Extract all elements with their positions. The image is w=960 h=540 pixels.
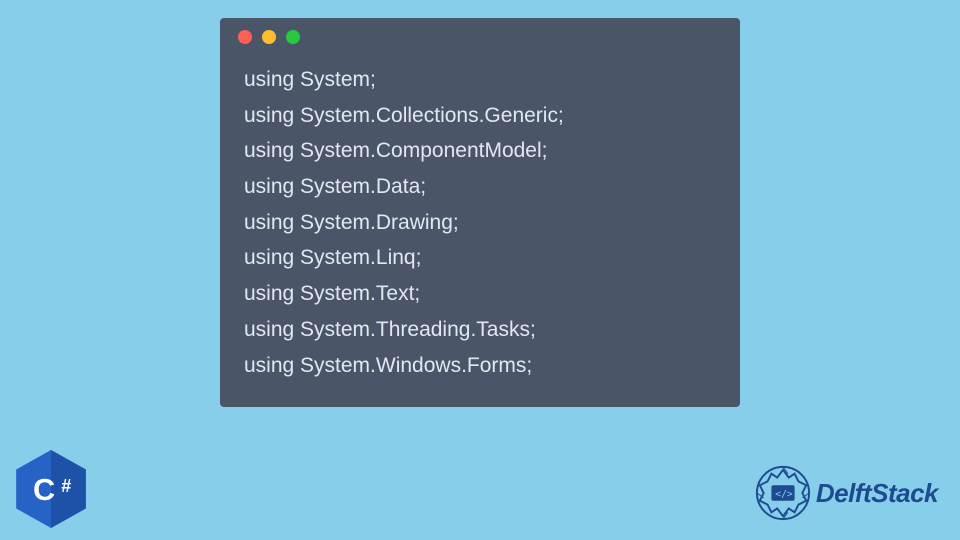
brand-name: DelftStack [816,478,938,509]
maximize-dot [286,30,300,44]
code-line: using System.Data; [244,169,716,205]
close-dot [238,30,252,44]
code-line: using System.Windows.Forms; [244,348,716,384]
code-line: using System; [244,62,716,98]
code-line: using System.Linq; [244,240,716,276]
csharp-badge-icon: C # [16,450,86,528]
code-content: using System; using System.Collections.G… [220,52,740,407]
code-line: using System.Threading.Tasks; [244,312,716,348]
window-controls [220,18,740,52]
code-line: using System.ComponentModel; [244,133,716,169]
code-line: using System.Drawing; [244,205,716,241]
brand-emblem-icon: </> [754,464,812,522]
code-line: using System.Text; [244,276,716,312]
svg-text:#: # [61,476,71,496]
svg-text:C: C [33,473,55,507]
minimize-dot [262,30,276,44]
brand-logo: </> DelftStack [754,464,938,522]
code-line: using System.Collections.Generic; [244,98,716,134]
svg-text:</>: </> [775,489,793,500]
code-window: using System; using System.Collections.G… [220,18,740,407]
